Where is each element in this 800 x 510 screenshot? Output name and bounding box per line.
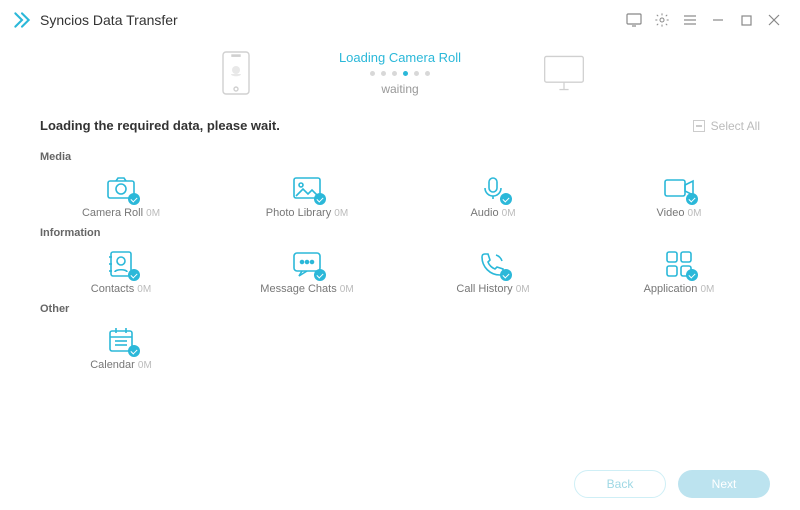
progress-center: Loading Camera Roll waiting — [339, 50, 461, 96]
section-media-label: Media — [40, 151, 760, 163]
app-logo-icon — [12, 10, 32, 30]
screen-icon[interactable] — [620, 6, 648, 34]
apps-icon — [662, 249, 696, 279]
item-camera-roll[interactable]: Camera Roll 0M — [40, 171, 202, 221]
item-video[interactable]: Video 0M — [598, 171, 760, 221]
message-icon — [290, 249, 324, 279]
loading-label: Loading Camera Roll — [339, 50, 461, 65]
item-message-chats[interactable]: Message Chats 0M — [226, 247, 388, 297]
minimize-button[interactable] — [704, 6, 732, 34]
photo-icon — [290, 173, 324, 203]
item-photo-library[interactable]: Photo Library 0M — [226, 171, 388, 221]
select-all-toggle[interactable]: Select All — [693, 119, 760, 133]
phone-icon — [476, 249, 510, 279]
item-label: Camera Roll 0M — [82, 207, 160, 219]
item-application[interactable]: Application 0M — [598, 247, 760, 297]
item-call-history[interactable]: Call History 0M — [412, 247, 574, 297]
item-label: Contacts 0M — [91, 283, 151, 295]
back-button[interactable]: Back — [574, 470, 666, 498]
item-calendar[interactable]: Calendar 0M — [40, 323, 202, 373]
gear-icon[interactable] — [648, 6, 676, 34]
information-grid: Contacts 0M Message Chats 0M Call Histor… — [40, 247, 760, 297]
item-audio[interactable]: Audio 0M — [412, 171, 574, 221]
app-title: Syncios Data Transfer — [40, 12, 178, 28]
content-area: Loading the required data, please wait. … — [0, 112, 800, 373]
footer: Back Next — [574, 470, 770, 498]
item-label: Call History 0M — [456, 283, 529, 295]
select-all-checkbox-icon — [693, 120, 705, 132]
close-button[interactable] — [760, 6, 788, 34]
item-label: Message Chats 0M — [260, 283, 353, 295]
other-grid: Calendar 0M — [40, 323, 760, 373]
audio-icon — [476, 173, 510, 203]
target-device-pc-icon — [541, 48, 587, 98]
title-bar: Syncios Data Transfer — [0, 0, 800, 40]
media-grid: Camera Roll 0M Photo Library 0M Audio 0M… — [40, 171, 760, 221]
item-label: Photo Library 0M — [266, 207, 348, 219]
next-button[interactable]: Next — [678, 470, 770, 498]
section-other-label: Other — [40, 303, 760, 315]
item-label: Calendar 0M — [90, 359, 152, 371]
item-label: Application 0M — [644, 283, 715, 295]
item-label: Video 0M — [657, 207, 702, 219]
item-contacts[interactable]: Contacts 0M — [40, 247, 202, 297]
menu-icon[interactable] — [676, 6, 704, 34]
item-label: Audio 0M — [470, 207, 515, 219]
transfer-header: Loading Camera Roll waiting — [0, 40, 800, 112]
section-information-label: Information — [40, 227, 760, 239]
status-message: Loading the required data, please wait. — [40, 118, 693, 133]
camera-icon — [104, 173, 138, 203]
contacts-icon — [104, 249, 138, 279]
progress-dots — [339, 71, 461, 76]
maximize-button[interactable] — [732, 6, 760, 34]
source-device-phone-icon — [213, 48, 259, 98]
waiting-label: waiting — [339, 82, 461, 96]
video-icon — [662, 173, 696, 203]
calendar-icon — [104, 325, 138, 355]
select-all-label: Select All — [711, 119, 760, 133]
